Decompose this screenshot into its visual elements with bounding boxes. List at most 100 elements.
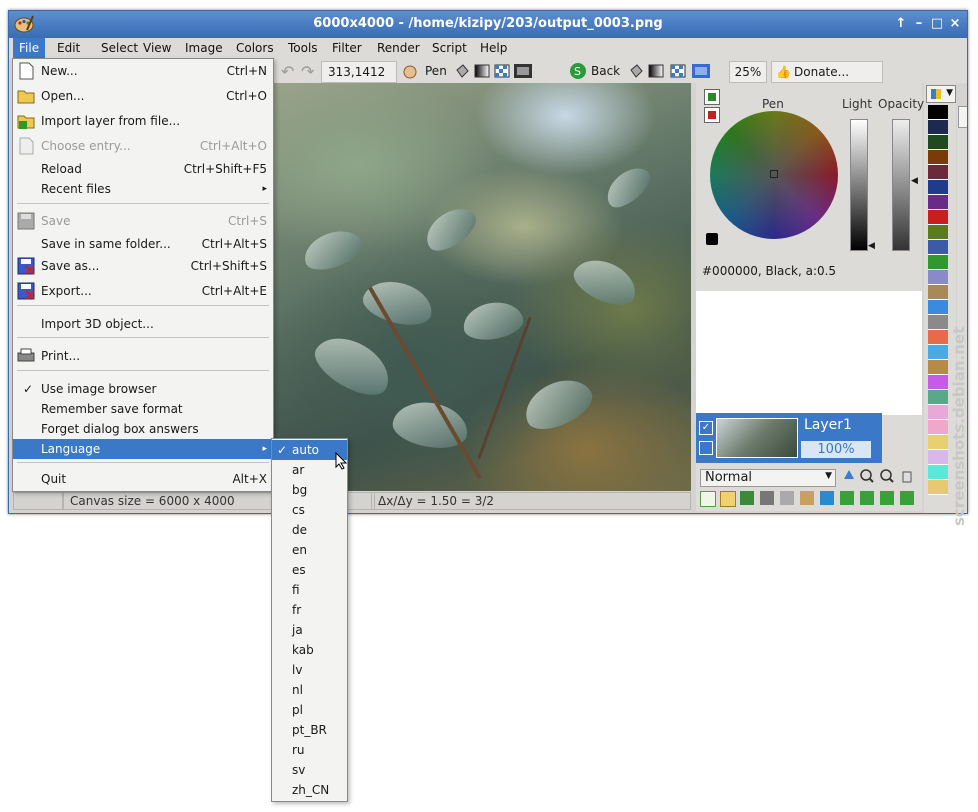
- menu-item-save[interactable]: Save Ctrl+S: [13, 211, 273, 231]
- menu-item-import-3d[interactable]: Import 3D object...: [13, 314, 273, 334]
- blend-mode-select[interactable]: Normal ▼: [700, 469, 836, 487]
- back-checker-icon[interactable]: [669, 62, 687, 80]
- scrollbar-thumb[interactable]: [958, 106, 967, 128]
- undo-icon[interactable]: ↶: [281, 62, 299, 81]
- language-item-pt_BR[interactable]: pt_BR: [272, 720, 347, 740]
- language-item-cs[interactable]: cs: [272, 500, 347, 520]
- palette-swatch[interactable]: [928, 195, 948, 210]
- language-item-bg[interactable]: bg: [272, 480, 347, 500]
- add-color-icon[interactable]: [704, 89, 720, 105]
- menu-item-forget-dialog[interactable]: Forget dialog box answers: [13, 419, 273, 439]
- menu-item-save-as[interactable]: Save as... Ctrl+Shift+S: [13, 256, 273, 276]
- language-item-pl[interactable]: pl: [272, 700, 347, 720]
- palette-swatch[interactable]: [928, 285, 948, 300]
- palette-swatch[interactable]: [928, 180, 948, 195]
- texture-icon[interactable]: [513, 62, 532, 80]
- palette-swatch[interactable]: [928, 450, 948, 465]
- menu-file[interactable]: File: [13, 38, 46, 59]
- menu-item-save-same-folder[interactable]: Save in same folder... Ctrl+Alt+S: [13, 234, 273, 254]
- layer-row[interactable]: ✓ Layer1 100%: [696, 413, 882, 463]
- menu-item-print[interactable]: Print...: [13, 346, 273, 366]
- new-layer-icon[interactable]: [700, 491, 716, 507]
- perspective-icon[interactable]: [900, 491, 914, 505]
- palette-swatch[interactable]: [928, 435, 948, 450]
- menu-item-quit[interactable]: Quit Alt+X: [13, 469, 273, 489]
- menu-view[interactable]: View: [137, 38, 177, 59]
- language-item-fr[interactable]: fr: [272, 600, 347, 620]
- menu-item-choose-entry[interactable]: Choose entry... Ctrl+Alt+O: [13, 136, 273, 156]
- palette-swatch[interactable]: [928, 330, 948, 345]
- trash-icon[interactable]: [900, 469, 914, 483]
- minimize-button[interactable]: –: [911, 16, 927, 32]
- redo-icon[interactable]: ↷: [301, 62, 319, 81]
- menu-item-use-image-browser[interactable]: ✓ Use image browser: [13, 379, 273, 399]
- remove-color-icon[interactable]: [704, 107, 720, 123]
- flip-horizontal-icon[interactable]: [860, 491, 874, 505]
- menu-render[interactable]: Render: [371, 38, 426, 59]
- maximize-button[interactable]: □: [929, 16, 945, 32]
- palette-swatch[interactable]: [928, 345, 948, 360]
- lightness-pointer[interactable]: ◀: [868, 241, 875, 251]
- lightness-slider[interactable]: [850, 119, 868, 251]
- menu-colors[interactable]: Colors: [230, 38, 280, 59]
- menu-item-open[interactable]: Open... Ctrl+O: [13, 86, 273, 106]
- menu-tools[interactable]: Tools: [282, 38, 324, 59]
- keep-above-button[interactable]: ↑: [893, 16, 909, 32]
- palette-swatch[interactable]: [928, 165, 948, 180]
- palette-swatch[interactable]: [928, 210, 948, 225]
- back-bucket-icon[interactable]: [627, 62, 645, 80]
- layer-name[interactable]: Layer1: [804, 417, 852, 433]
- palette-swatch[interactable]: [928, 390, 948, 405]
- palette-swatch[interactable]: [928, 315, 948, 330]
- palette-swatch[interactable]: [928, 420, 948, 435]
- opacity-slider[interactable]: [892, 119, 910, 251]
- language-item-kab[interactable]: kab: [272, 640, 347, 660]
- language-item-ru[interactable]: ru: [272, 740, 347, 760]
- menu-image[interactable]: Image: [179, 38, 229, 59]
- language-item-en[interactable]: en: [272, 540, 347, 560]
- palette-swatch[interactable]: [928, 405, 948, 420]
- gradient-icon[interactable]: [473, 62, 491, 80]
- palette-selector[interactable]: ▼: [926, 85, 956, 103]
- palette-swatch[interactable]: [928, 480, 948, 495]
- layer-opacity[interactable]: 100%: [801, 441, 871, 458]
- donate-button[interactable]: 👍 Donate...: [771, 61, 883, 83]
- duplicate-layer-icon[interactable]: [740, 491, 754, 505]
- open-layer-icon[interactable]: [720, 491, 736, 507]
- language-item-fi[interactable]: fi: [272, 580, 347, 600]
- zoom-in-icon[interactable]: [860, 469, 874, 483]
- language-item-nl[interactable]: nl: [272, 680, 347, 700]
- menu-help[interactable]: Help: [474, 38, 513, 59]
- layer-grid-icon[interactable]: [699, 441, 713, 455]
- menu-item-export[interactable]: Export... Ctrl+Alt+E: [13, 281, 273, 301]
- close-button[interactable]: ×: [947, 16, 963, 32]
- move-layer-icon[interactable]: [820, 491, 834, 505]
- layer-mask-icon[interactable]: [780, 491, 794, 505]
- palette-swatch[interactable]: [928, 240, 948, 255]
- merge-layer-icon[interactable]: [760, 491, 774, 505]
- menu-item-language[interactable]: Language ▸: [13, 439, 273, 459]
- menu-item-recent-files[interactable]: Recent files ▸: [13, 179, 273, 199]
- bucket-icon[interactable]: [453, 62, 471, 80]
- hand-tool-icon[interactable]: [401, 62, 419, 80]
- layer-visible-checkbox[interactable]: ✓: [699, 421, 713, 435]
- palette-swatch[interactable]: [928, 300, 948, 315]
- menu-script[interactable]: Script: [426, 38, 473, 59]
- menu-filter[interactable]: Filter: [326, 38, 368, 59]
- palette-swatch[interactable]: [928, 120, 948, 135]
- language-item-sv[interactable]: sv: [272, 760, 347, 780]
- image-canvas[interactable]: [273, 83, 691, 492]
- menu-edit[interactable]: Edit: [51, 38, 86, 59]
- palette-swatch[interactable]: [928, 135, 948, 150]
- menu-item-remember-save-format[interactable]: Remember save format: [13, 399, 273, 419]
- opacity-pointer[interactable]: ◀: [911, 176, 918, 186]
- language-item-es[interactable]: es: [272, 560, 347, 580]
- color-wheel-cursor[interactable]: [770, 170, 778, 178]
- palette-swatch[interactable]: [928, 375, 948, 390]
- palette-swatch[interactable]: [928, 360, 948, 375]
- language-item-lv[interactable]: lv: [272, 660, 347, 680]
- palette-swatch[interactable]: [928, 255, 948, 270]
- back-gradient-icon[interactable]: [647, 62, 665, 80]
- menu-item-reload[interactable]: Reload Ctrl+Shift+F5: [13, 159, 273, 179]
- palette-swatch[interactable]: [928, 105, 948, 120]
